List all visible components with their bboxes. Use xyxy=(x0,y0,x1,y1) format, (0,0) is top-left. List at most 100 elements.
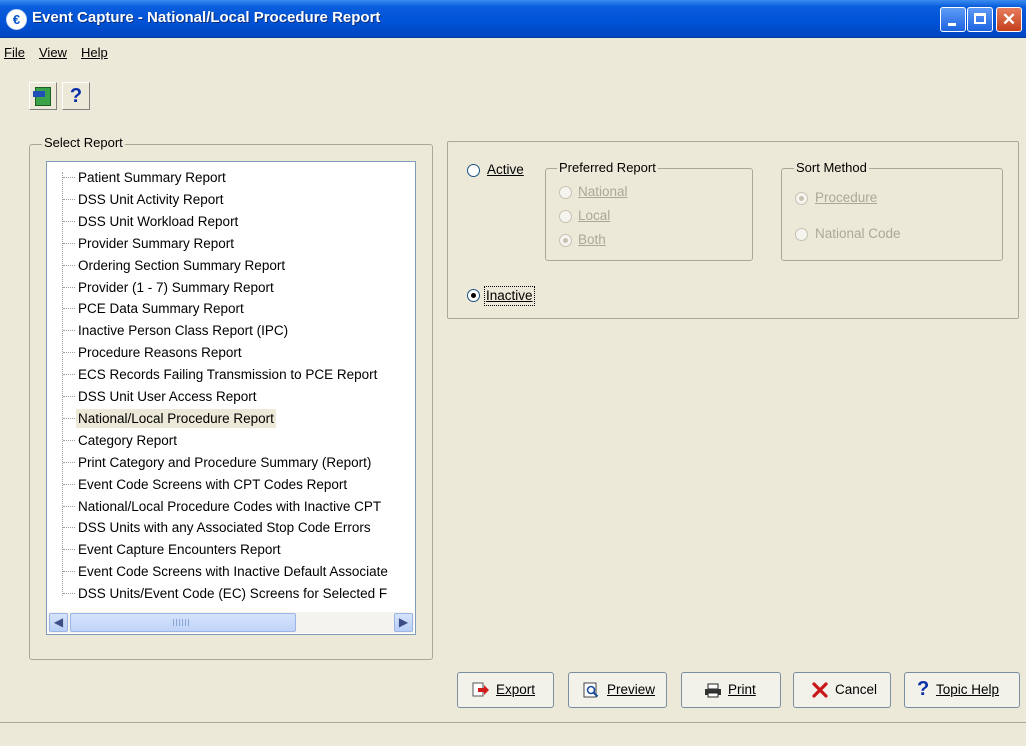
report-list-item[interactable]: Category Report xyxy=(63,430,415,451)
local-label: Local xyxy=(578,208,611,223)
exit-button[interactable] xyxy=(29,82,57,110)
report-item-label: Provider Summary Report xyxy=(78,235,235,251)
print-button[interactable]: Print xyxy=(681,672,781,708)
report-list-item[interactable]: National/Local Procedure Codes with Inac… xyxy=(63,496,415,517)
minimize-button[interactable] xyxy=(940,7,966,32)
tree-connector-tick xyxy=(63,396,75,397)
report-list-item[interactable]: National/Local Procedure Report xyxy=(63,408,415,429)
report-list-item[interactable]: Procedure Reasons Report xyxy=(63,342,415,363)
help-icon: ? xyxy=(917,678,930,700)
report-list-item[interactable]: Event Code Screens with CPT Codes Report xyxy=(63,474,415,495)
local-radio[interactable] xyxy=(559,210,572,223)
tree-connector-tick xyxy=(63,505,75,507)
report-list-item[interactable]: DSS Unit Activity Report xyxy=(63,189,415,210)
preview-button[interactable]: Preview xyxy=(568,672,667,708)
close-button[interactable]: ✕ xyxy=(996,7,1022,32)
report-item-label: Event Code Screens with Inactive Default… xyxy=(78,564,388,580)
report-item-label: Provider (1 - 7) Summary Report xyxy=(78,279,274,295)
tree-connector-tick xyxy=(63,439,75,441)
scroll-left-icon[interactable]: ◀ xyxy=(49,613,68,632)
report-list-item[interactable]: Provider Summary Report xyxy=(63,233,415,254)
maximize-button[interactable] xyxy=(967,7,993,32)
inactive-radio[interactable] xyxy=(467,289,480,302)
sort-method-group xyxy=(781,168,1003,261)
tree-connector-tick xyxy=(63,593,75,595)
tree-connector-tick xyxy=(63,308,75,310)
topic-help-button[interactable]: ? Topic Help xyxy=(904,672,1020,708)
report-list-item[interactable]: Ordering Section Summary Report xyxy=(63,255,415,276)
report-item-label: DSS Unit User Access Report xyxy=(78,389,257,404)
cancel-button[interactable]: Cancel xyxy=(793,672,891,708)
report-list-item[interactable]: PCE Data Summary Report xyxy=(63,298,415,319)
tree-connector-tick xyxy=(63,177,75,178)
tree-connector-tick xyxy=(63,374,75,376)
tree-connector-tick xyxy=(63,330,75,332)
report-list-item[interactable]: DSS Units/Event Code (EC) Screens for Se… xyxy=(63,583,415,604)
report-item-label: National/Local Procedure Report xyxy=(76,408,276,428)
tree-connector-tick xyxy=(63,483,75,485)
preferred-report-group xyxy=(545,168,753,261)
report-tree[interactable]: Patient Summary Report DSS Unit Activity … xyxy=(46,161,416,635)
preferred-report-label: Preferred Report xyxy=(557,160,658,175)
both-label: Both xyxy=(578,232,606,247)
report-item-label: DSS Units with any Associated Stop Code … xyxy=(78,520,371,536)
procedure-radio[interactable] xyxy=(795,192,808,205)
report-list-item[interactable]: DSS Unit Workload Report xyxy=(63,211,415,232)
tree-connector-tick xyxy=(63,527,75,529)
national-radio[interactable] xyxy=(559,186,572,199)
national-code-label: National Code xyxy=(815,226,901,241)
tree-connector-tick xyxy=(63,198,75,200)
app-icon: € xyxy=(6,9,27,30)
active-radio[interactable] xyxy=(467,164,480,177)
tree-connector-tick xyxy=(63,264,75,266)
tree-connector-tick xyxy=(63,220,75,222)
report-item-label: Inactive Person Class Report (IPC) xyxy=(78,323,289,339)
cancel-icon xyxy=(812,682,828,698)
menu-file[interactable]: File xyxy=(4,45,25,60)
report-list-item[interactable]: Event Capture Encounters Report xyxy=(63,539,415,560)
report-item-label: Event Capture Encounters Report xyxy=(78,542,281,558)
report-item-label: Procedure Reasons Report xyxy=(78,345,242,361)
export-button[interactable]: Export xyxy=(457,672,554,708)
tree-connector-tick xyxy=(63,417,75,419)
report-list-item[interactable]: DSS Unit User Access Report xyxy=(63,386,415,407)
report-item-label: PCE Data Summary Report xyxy=(78,301,244,317)
scroll-thumb[interactable] xyxy=(70,613,296,632)
national-label: National xyxy=(578,184,628,199)
status-bar xyxy=(0,722,1026,746)
report-item-label: Print Category and Procedure Summary (Re… xyxy=(78,454,372,470)
help-button[interactable]: ? xyxy=(62,82,90,110)
horizontal-scrollbar[interactable]: ◀ ▶ xyxy=(48,612,414,633)
window-title: Event Capture - National/Local Procedure… xyxy=(32,9,381,26)
tree-connector-tick xyxy=(63,461,75,463)
report-item-label: Ordering Section Summary Report xyxy=(78,257,286,273)
both-radio[interactable] xyxy=(559,234,572,247)
report-item-label: DSS Unit Activity Report xyxy=(78,191,224,207)
report-list-item[interactable]: Provider (1 - 7) Summary Report xyxy=(63,277,415,298)
report-list-item[interactable]: Print Category and Procedure Summary (Re… xyxy=(63,452,415,473)
tree-connector-tick xyxy=(63,571,75,573)
report-item-label: DSS Unit Workload Report xyxy=(78,213,239,229)
report-list-item[interactable]: ECS Records Failing Transmission to PCE … xyxy=(63,364,415,385)
report-list-item[interactable]: Inactive Person Class Report (IPC) xyxy=(63,320,415,341)
menu-view[interactable]: View xyxy=(39,45,67,60)
report-list-item[interactable]: Event Code Screens with Inactive Default… xyxy=(63,561,415,582)
report-list-item[interactable]: DSS Units with any Associated Stop Code … xyxy=(63,517,415,538)
tree-connector-tick xyxy=(63,352,75,354)
close-icon: ✕ xyxy=(1001,10,1017,29)
tree-connector-tick xyxy=(63,286,75,288)
national-code-radio[interactable] xyxy=(795,228,808,241)
report-item-label: Event Code Screens with CPT Codes Report xyxy=(78,476,348,492)
select-report-label: Select Report xyxy=(42,135,125,150)
report-list-item[interactable]: Patient Summary Report xyxy=(63,167,415,188)
title-bar[interactable]: € Event Capture - National/Local Procedu… xyxy=(0,0,1026,38)
report-item-label: DSS Units/Event Code (EC) Screens for Se… xyxy=(78,586,388,602)
report-item-label: ECS Records Failing Transmission to PCE … xyxy=(78,367,378,383)
report-item-label: Category Report xyxy=(78,432,178,448)
export-icon xyxy=(472,682,489,697)
report-item-label: Patient Summary Report xyxy=(78,170,226,185)
scroll-right-icon[interactable]: ▶ xyxy=(394,613,413,632)
active-label[interactable]: Active xyxy=(487,162,524,177)
menu-help[interactable]: Help xyxy=(81,45,108,60)
inactive-label[interactable]: Inactive xyxy=(484,286,535,306)
